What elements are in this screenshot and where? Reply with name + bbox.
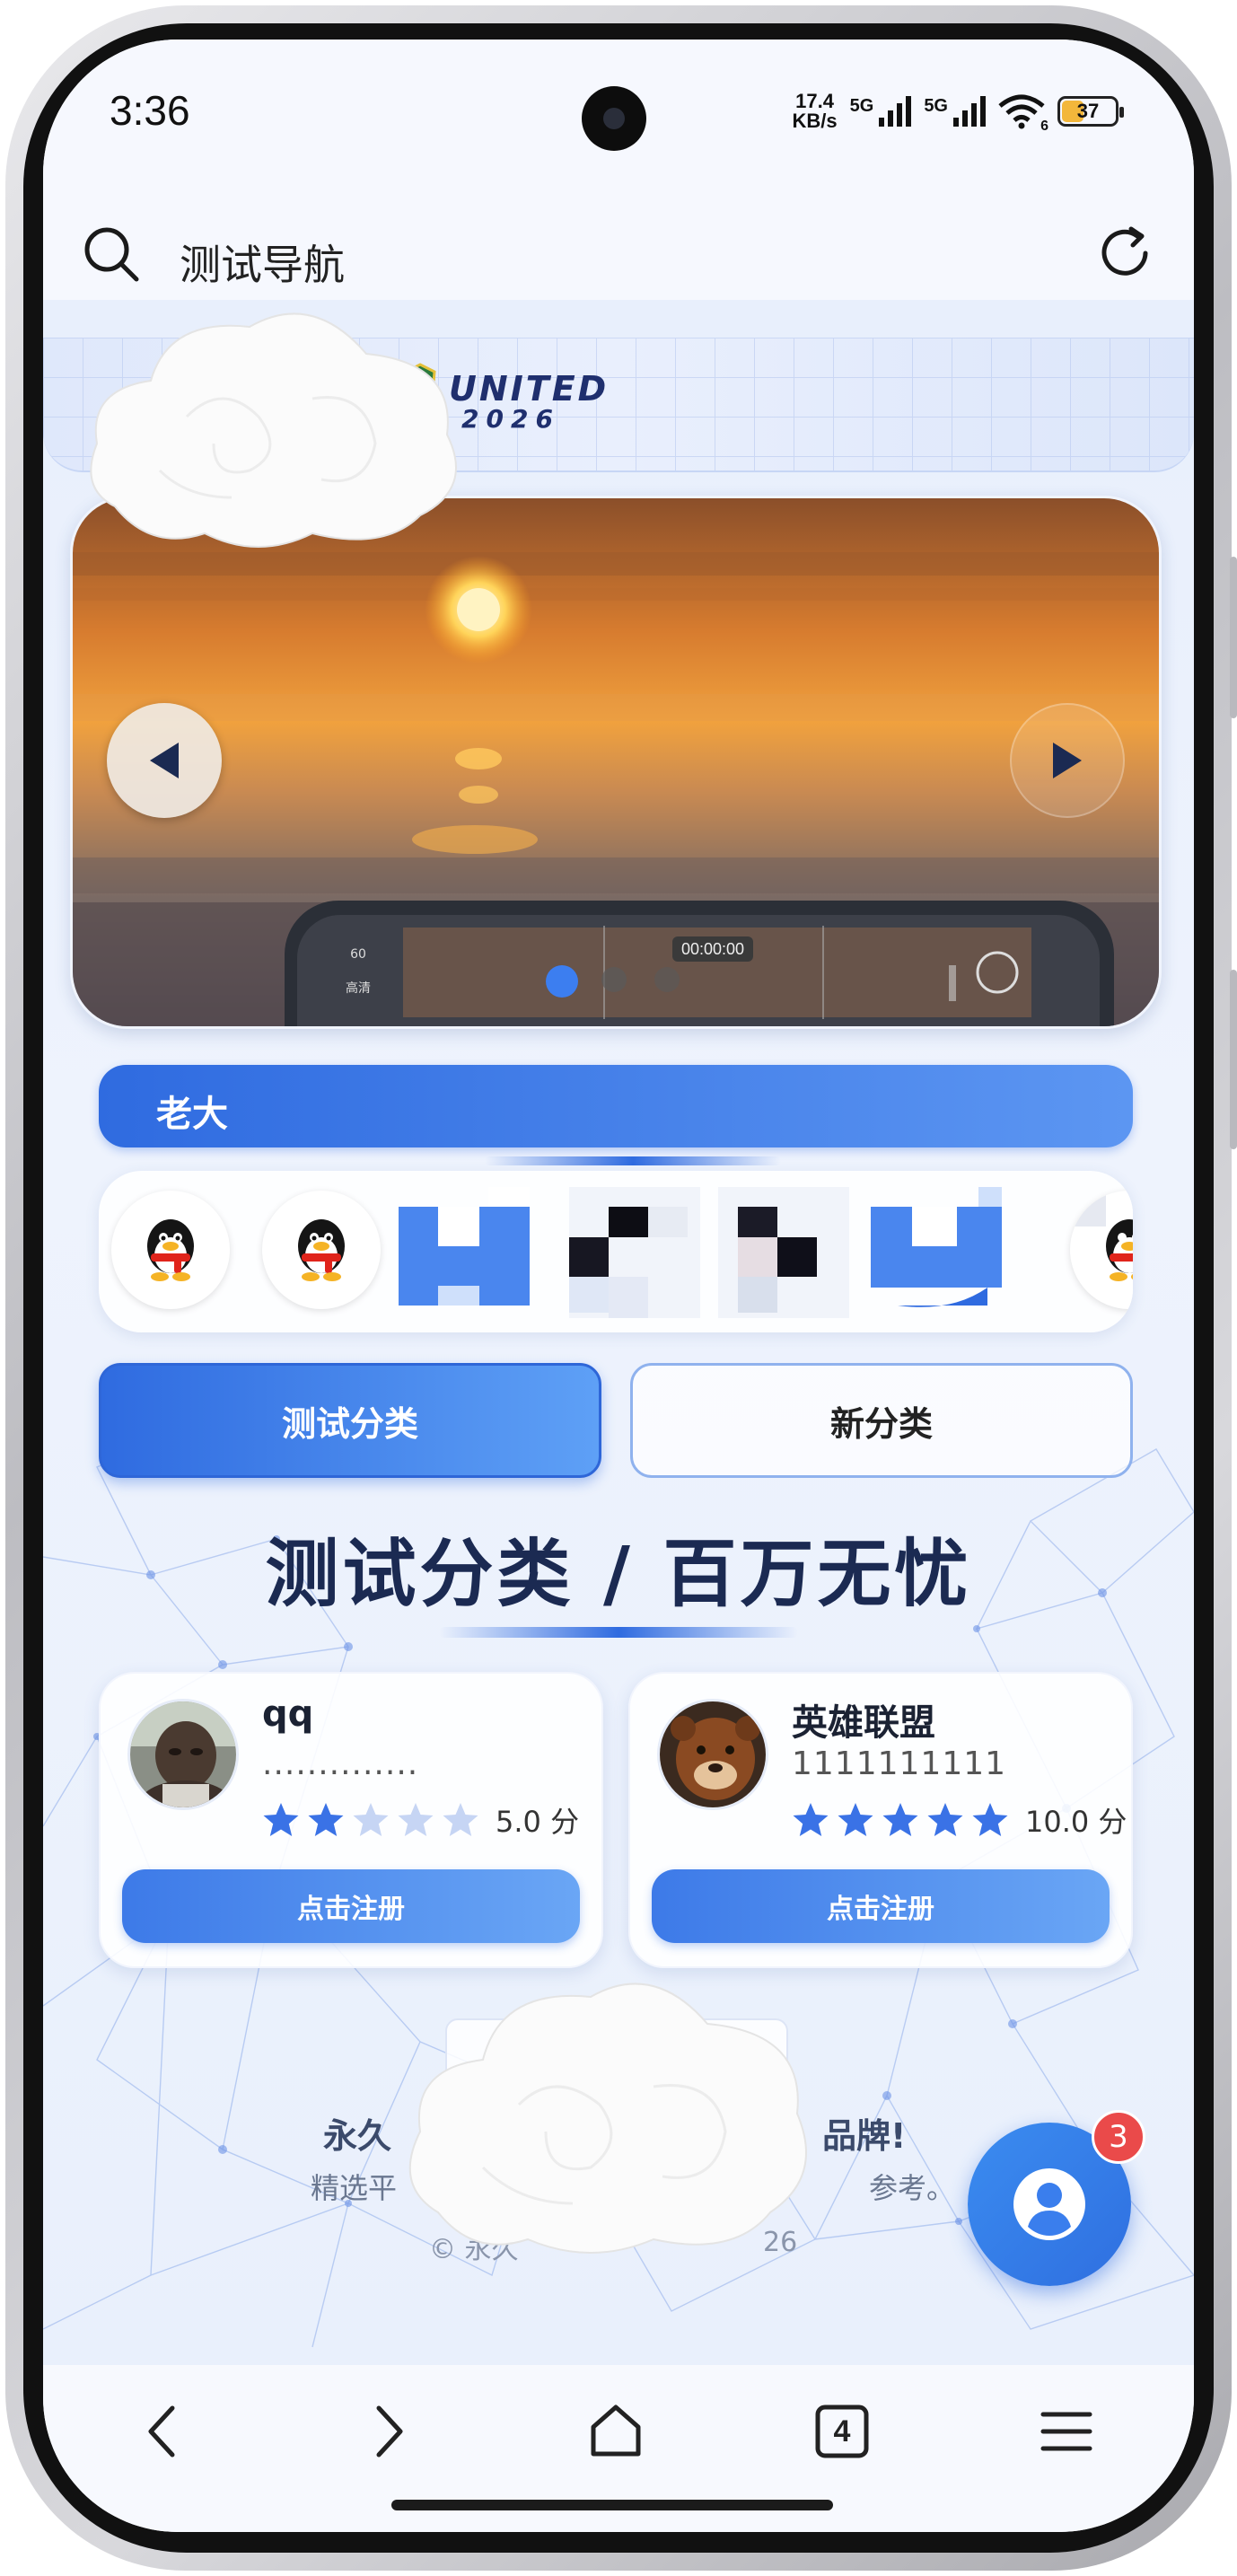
pixelated-icon[interactable] xyxy=(569,1187,700,1318)
star-icon xyxy=(353,1803,389,1836)
sim2-label: 5G xyxy=(924,96,948,116)
power-button xyxy=(1230,970,1237,1149)
forward-icon[interactable] xyxy=(354,2396,425,2467)
status-bar: 3:36 17.4 KB/s 5G 5G 6 37 xyxy=(43,40,1194,197)
pixelated-icon[interactable] xyxy=(718,1187,849,1318)
star-icon xyxy=(793,1803,829,1836)
sim1-label: 5G xyxy=(849,96,874,116)
section-title-underline xyxy=(439,1627,798,1638)
site-card[interactable]: 英雄联盟 1111111111 10.0 分 点击注册 xyxy=(628,1672,1133,1968)
banner-logo-year: 2026 xyxy=(461,404,560,434)
wifi-icon: 6 xyxy=(998,93,1048,134)
overlay-left-a: 60 xyxy=(350,947,366,962)
image-carousel[interactable]: 00:00:00 60 高清 xyxy=(70,496,1162,1029)
qq-icon[interactable] xyxy=(111,1191,230,1309)
home-indicator[interactable] xyxy=(391,2500,833,2510)
user-icon xyxy=(1013,2168,1085,2240)
redaction-cloud xyxy=(90,312,457,548)
star-icon xyxy=(308,1803,344,1836)
net-speed: 17.4 KB/s xyxy=(793,92,838,131)
footer-description-right: 参考。 xyxy=(869,2171,956,2205)
app-icon-row xyxy=(99,1171,1133,1332)
notification-badge: 3 xyxy=(1092,2110,1145,2164)
rating-score: 10.0 分 xyxy=(1025,1805,1127,1839)
pixelated-icon[interactable] xyxy=(399,1187,530,1318)
register-button[interactable]: 点击注册 xyxy=(652,1869,1110,1943)
signal-icon-sim2: 5G xyxy=(924,96,986,127)
status-indicators: 17.4 KB/s 5G 5G 6 37 xyxy=(793,92,1124,134)
signal-icon-sim1: 5G xyxy=(850,96,912,127)
pixelated-icon[interactable] xyxy=(871,1187,1002,1318)
card-name: qq xyxy=(262,1693,314,1735)
volume-button xyxy=(1230,557,1237,718)
footer-slogan-right: 品牌! xyxy=(822,2116,907,2156)
site-card[interactable]: qq .............. 5.0 分 点击注册 xyxy=(99,1672,603,1968)
phone-frame: 3:36 17.4 KB/s 5G 5G 6 37 测试导航 UNITED 20… xyxy=(0,0,1237,2576)
tab-test-category[interactable]: 测试分类 xyxy=(99,1363,601,1478)
status-time: 3:36 xyxy=(110,87,190,134)
carousel-next-button[interactable] xyxy=(1010,703,1125,818)
star-icon xyxy=(263,1803,299,1836)
category-underline xyxy=(485,1156,781,1165)
card-name: 英雄联盟 xyxy=(792,1702,935,1744)
footer-slogan-left: 永久 xyxy=(323,2116,392,2156)
home-icon[interactable] xyxy=(580,2396,652,2467)
carousel-prev-button[interactable] xyxy=(107,703,222,818)
tabs-icon[interactable]: 4 xyxy=(806,2396,878,2467)
avatar xyxy=(127,1699,239,1810)
wifi-badge: 6 xyxy=(1040,119,1048,134)
qq-icon[interactable] xyxy=(1070,1191,1133,1309)
star-icon xyxy=(927,1803,963,1836)
star-icon xyxy=(972,1803,1008,1836)
net-speed-unit: KB/s xyxy=(792,110,838,132)
footer-description-left: 精选平 xyxy=(311,2171,398,2205)
register-button[interactable]: 点击注册 xyxy=(122,1869,580,1943)
back-icon[interactable] xyxy=(126,2396,197,2467)
card-description: 1111111111 xyxy=(792,1745,1007,1782)
rating-stars: 5.0 分 xyxy=(262,1799,579,1841)
menu-icon[interactable] xyxy=(1031,2396,1102,2467)
star-icon xyxy=(443,1803,478,1836)
chevron-right-icon xyxy=(1053,743,1082,778)
card-description: .............. xyxy=(262,1745,419,1782)
category-header[interactable]: 老大 xyxy=(99,1065,1133,1147)
overlay-left-b: 高清 xyxy=(346,980,371,996)
rating-stars: 10.0 分 xyxy=(792,1799,1127,1841)
battery-level: 37 xyxy=(1076,100,1100,122)
page-content: UNITED 2026 00:00:00 60 高清 老大 测试分类 新分类 测… xyxy=(43,300,1194,2365)
reload-icon[interactable] xyxy=(1095,224,1154,283)
phone-screen: 3:36 17.4 KB/s 5G 5G 6 37 测试导航 UNITED 20… xyxy=(43,40,1194,2532)
sunset-image: 00:00:00 60 高清 xyxy=(73,498,1159,1026)
qq-icon[interactable] xyxy=(262,1191,381,1309)
tab-new-category[interactable]: 新分类 xyxy=(630,1363,1133,1478)
star-icon xyxy=(398,1803,434,1836)
net-speed-value: 17.4 xyxy=(795,90,834,112)
page-title[interactable]: 测试导航 xyxy=(180,233,345,292)
battery-icon: 37 xyxy=(1057,96,1124,127)
avatar xyxy=(657,1699,768,1810)
rating-score: 5.0 分 xyxy=(496,1805,580,1839)
section-title: 测试分类 / 百万无忧 xyxy=(265,1532,972,1617)
overlay-timer: 00:00:00 xyxy=(681,940,744,958)
front-camera xyxy=(582,86,646,151)
chevron-left-icon xyxy=(150,743,179,778)
search-icon[interactable] xyxy=(83,225,140,283)
redaction-cloud xyxy=(408,1983,807,2254)
star-icon xyxy=(838,1803,873,1836)
star-icon xyxy=(882,1803,918,1836)
category-label: 老大 xyxy=(156,1094,228,1135)
